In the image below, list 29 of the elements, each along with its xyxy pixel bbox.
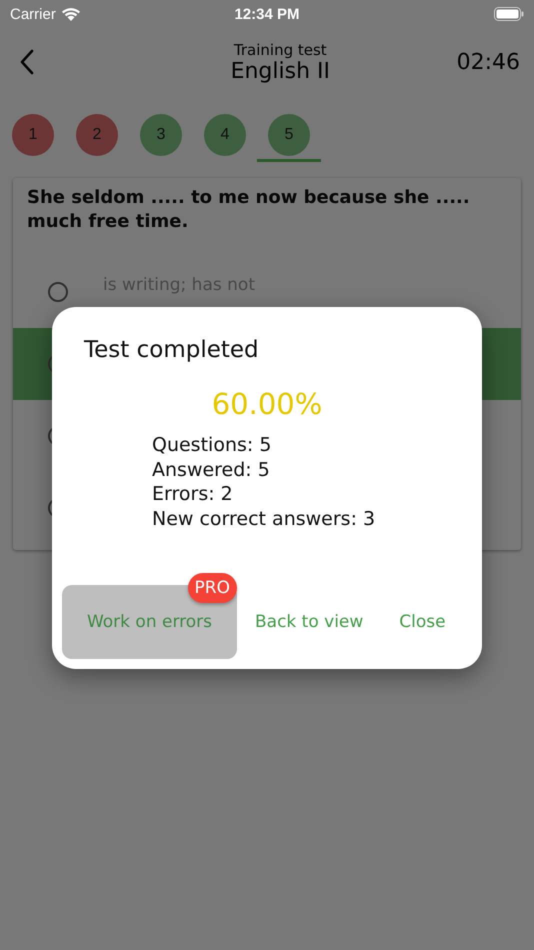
question-number: 2 xyxy=(76,114,118,156)
dialog-button[interactable]: Back to view xyxy=(237,602,382,642)
question-tab[interactable]: 2 xyxy=(65,110,129,162)
question-number: 3 xyxy=(140,114,182,156)
question-tab[interactable]: 1 xyxy=(1,110,65,162)
question-tab[interactable]: 3 xyxy=(129,110,193,162)
dialog-title: Test completed xyxy=(83,337,260,363)
question-number: 4 xyxy=(204,114,246,156)
question-number: 1 xyxy=(12,114,54,156)
question-tab[interactable]: 5 xyxy=(257,110,321,162)
question-number: 5 xyxy=(268,114,310,156)
chevron-left-icon xyxy=(20,49,34,75)
pro-badge: PRO xyxy=(188,573,237,603)
stat-line: Answered: 5 xyxy=(152,458,271,482)
timer-text: 02:46 xyxy=(456,50,520,74)
clock-time: 12:34 PM xyxy=(234,6,300,22)
stat-line: Errors: 2 xyxy=(152,482,234,506)
carrier-label: Carrier xyxy=(10,6,56,22)
screen-title: English II xyxy=(230,58,330,84)
screen-subtitle: Training test xyxy=(234,40,327,58)
battery-icon xyxy=(494,6,524,22)
stat-line: Questions: 5 xyxy=(152,433,272,458)
score-percent: 60.00% xyxy=(210,387,324,421)
wifi-icon xyxy=(60,6,81,22)
stat-line: New correct answers: 3 xyxy=(152,506,376,531)
question-text: She seldom ..... to me now because she ..... much free time. xyxy=(26,186,471,234)
dialog-button[interactable]: Close xyxy=(381,602,464,642)
radio-button[interactable] xyxy=(48,282,68,302)
question-tab[interactable]: 4 xyxy=(193,110,257,162)
